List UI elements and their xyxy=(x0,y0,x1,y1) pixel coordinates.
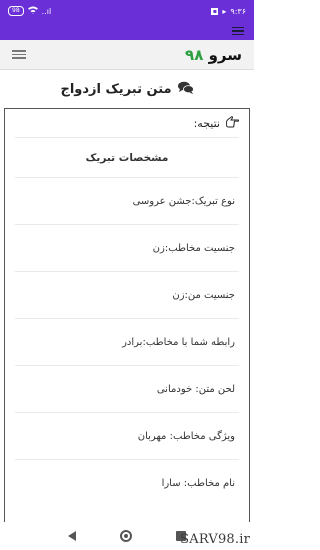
notification-icon: ▪ xyxy=(211,7,219,15)
watermark: SARV98.ir xyxy=(180,532,250,547)
logo-text: سرو xyxy=(208,45,242,64)
app-strip xyxy=(0,22,254,40)
result-item-type: نوع تبریک:جشن عروسی xyxy=(15,177,239,224)
status-right: ▪ ▸ ۹:۳۶ xyxy=(211,7,246,16)
result-item-trait: ویژگی مخاطب: مهربان xyxy=(15,412,239,459)
result-item-recipient-gender: جنسیت مخاطب:زن xyxy=(15,224,239,271)
logo-number: ۹۸ xyxy=(185,45,204,64)
page-title-row: متن تبریک ازدواج xyxy=(0,76,254,102)
result-heading: نتیجه: xyxy=(193,116,220,130)
battery-indicator: 98 xyxy=(8,6,24,16)
home-icon[interactable] xyxy=(120,530,132,542)
status-bar: 98 ..ıl ▪ ▸ ۹:۳۶ xyxy=(0,0,254,22)
back-icon[interactable] xyxy=(68,531,76,541)
alarm-icon: ▸ xyxy=(222,6,227,16)
site-header: سرو ۹۸ xyxy=(0,40,254,70)
status-time: ۹:۳۶ xyxy=(230,6,246,16)
site-logo[interactable]: سرو ۹۸ xyxy=(185,46,242,64)
result-item-tone: لحن متن: خودمانی xyxy=(15,365,239,412)
result-heading-row: نتیجه: xyxy=(5,109,249,137)
signal-icon: ..ıl xyxy=(41,6,52,16)
status-left: 98 ..ıl xyxy=(8,6,51,16)
result-item-relation: رابطه شما با مخاطب:برادر xyxy=(15,318,239,365)
specs-title: مشخصات تبریک xyxy=(15,137,239,177)
wifi-icon xyxy=(27,6,38,16)
site-menu-icon[interactable] xyxy=(12,48,26,61)
app-menu-icon[interactable] xyxy=(232,25,244,38)
result-card: نتیجه: مشخصات تبریک نوع تبریک:جشن عروسی … xyxy=(4,108,250,522)
result-item-my-gender: جنسیت من:زن xyxy=(15,271,239,318)
pointing-hand-icon xyxy=(225,115,240,131)
page-title: متن تبریک ازدواج xyxy=(60,81,172,97)
result-item-name: نام مخاطب: سارا xyxy=(15,459,239,506)
chat-bubbles-icon xyxy=(177,80,194,99)
